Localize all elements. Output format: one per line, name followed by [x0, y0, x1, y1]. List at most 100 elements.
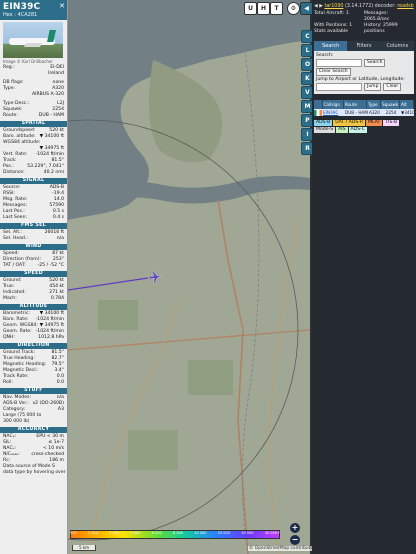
source-badge[interactable]: AIS: [336, 127, 348, 133]
source-legend: ADS-B UAT / ADS-R MLAT TIS-B Mode-S AIS ADS-C: [314, 120, 414, 133]
table-row[interactable]: EIN39C DUB - HAM A320 2254 ▼34100: [314, 109, 414, 116]
row-squawk: 2254: [385, 110, 397, 115]
clear-button[interactable]: Clear: [383, 83, 402, 91]
route-row: Route: DUB - HAM: [0, 113, 67, 119]
section-spatial-title: SPATIAL: [0, 121, 67, 127]
country-value: Ireland: [48, 71, 64, 76]
altitude-tick: 2 000: [109, 531, 120, 535]
tab-search[interactable]: Search: [314, 41, 348, 51]
sidebar-tabs: Search Filters Columns: [314, 41, 414, 51]
search-label: Search:: [316, 53, 334, 58]
section-altitude-title: ALTITUDE: [0, 304, 67, 310]
map-forest-2: [188, 360, 233, 395]
right-sidebar: ◀ ▶ tar1090 (3.14.1772) decoder: readsb …: [312, 0, 416, 554]
altitude-row: QNH: 1012.8 hPa: [0, 335, 67, 341]
section-accuracy-title: ACCURACY: [0, 427, 67, 433]
version-line: ◀ ▶ tar1090 (3.14.1772) decoder: readsb: [312, 0, 416, 11]
wind-value: -25 / -52 °C: [37, 263, 64, 268]
spatial-label: WGS84 altitude:: [3, 140, 41, 145]
source-badge[interactable]: MLAT: [366, 120, 383, 126]
altitude-value: 1012.8 hPa: [38, 335, 64, 340]
direction-value: 0.0: [56, 380, 64, 385]
route-label: Route:: [3, 113, 18, 118]
zoom-in-button[interactable]: +: [290, 523, 300, 533]
flight-hex: Hex : 4CA281: [3, 12, 38, 18]
tar1090-link[interactable]: tar1090: [324, 4, 343, 9]
direction-label: Roll:: [3, 380, 13, 385]
column-type[interactable]: Type: [367, 100, 381, 109]
altitude-tick: 6 000: [151, 531, 162, 535]
column-squawk[interactable]: Squawk: [381, 100, 400, 109]
version-arrows[interactable]: ◀ ▶: [314, 4, 324, 9]
section-speed-title: SPEED: [0, 271, 67, 277]
altitude-tick: 40 000+: [264, 531, 280, 535]
jump-label: Jump to Airport or Latitude, Longitude:: [316, 77, 405, 82]
with-positions-value: 1: [349, 23, 353, 28]
speed-label: Mach:: [3, 296, 17, 301]
info-sections: SPATIAL Groundspeed: 520 kt Baro. altitude:…: [0, 121, 67, 464]
search-button[interactable]: Search: [364, 59, 386, 67]
source-badge[interactable]: TIS-B: [383, 120, 400, 126]
stuff-label: 300 000 lb): [3, 419, 30, 424]
source-badge[interactable]: ADS-B: [314, 120, 333, 126]
search-panel: Search: Search Clear Search Jump to Airp…: [314, 51, 414, 94]
photo-credit: Image © Karl Drillbacher: [3, 59, 53, 64]
tab-columns[interactable]: Columns: [380, 41, 414, 51]
section-stuff-title: STUFF: [0, 388, 67, 394]
row-type: A320: [369, 110, 380, 115]
map-view[interactable]: [68, 0, 310, 554]
map-button-t[interactable]: T: [270, 2, 283, 15]
spatial-label: Distance:: [3, 170, 25, 175]
source-badge[interactable]: UAT / ADS-R: [333, 120, 366, 126]
altitude-tick: 500: [70, 531, 77, 535]
aircraft-photo[interactable]: [3, 22, 63, 58]
footer-note-line2: data type by hovering over: [3, 470, 66, 475]
map-canvas[interactable]: [68, 0, 310, 554]
altitude-tick: 30 000: [241, 531, 254, 535]
jump-button[interactable]: Jump: [364, 83, 382, 91]
zoom-out-button[interactable]: −: [290, 535, 300, 545]
decoder-link[interactable]: readsb: [397, 4, 413, 9]
altitude-tick: 10 000: [194, 531, 207, 535]
altitude-tick: 20 000: [217, 531, 230, 535]
section-wind-title: WIND: [0, 244, 67, 250]
row-route: DUB - HAM: [345, 110, 368, 115]
altitude-legend-ticks: 500 1 000 2 000 4 000 6 000 8 000 10 000 20 000…: [70, 531, 280, 535]
section-direction-title: DIRECTION: [0, 343, 67, 349]
type-label: Type:: [3, 86, 16, 91]
with-positions-label: With Positions:: [314, 23, 348, 28]
route-value: DUB - HAM: [38, 113, 64, 118]
fms-value: n/a: [56, 236, 64, 241]
stats-available-link[interactable]: Stats available: [314, 29, 364, 35]
altitude-tick: 8 000: [172, 531, 184, 535]
flight-callsign: EIN39C: [3, 2, 41, 12]
total-aircraft-label: Total Aircraft:: [314, 11, 345, 16]
total-aircraft-value: 1: [345, 11, 349, 16]
search-input[interactable]: [316, 59, 362, 67]
source-badge[interactable]: ADS-C: [348, 127, 367, 133]
wind-label: TAT / OAT:: [3, 263, 26, 268]
row-callsign[interactable]: EIN39C: [322, 109, 344, 116]
clear-search-button[interactable]: Clear Search: [316, 68, 351, 76]
close-icon[interactable]: ✕: [59, 2, 65, 10]
photo-wing: [23, 43, 43, 47]
fms-row: Sel. Head.: n/a: [0, 236, 67, 242]
signal-row: Last Seen: 0.4 s: [0, 215, 67, 221]
map-button-h[interactable]: H: [257, 2, 270, 15]
map-attribution[interactable]: © OpenStreetMap contributors.: [248, 546, 320, 551]
signal-label: Last Seen:: [3, 215, 28, 220]
map-scale: 5 km: [72, 545, 97, 551]
column-alt[interactable]: Alt: [400, 100, 414, 109]
column-callsign[interactable]: Callsign: [323, 100, 344, 109]
map-button-u[interactable]: U: [244, 2, 257, 15]
source-badge[interactable]: Mode-S: [314, 127, 336, 133]
tab-filters[interactable]: Filters: [347, 41, 381, 51]
jump-input[interactable]: [316, 83, 362, 91]
altitude-tick: 4 000: [130, 531, 141, 535]
altitude-label: QNH:: [3, 335, 16, 340]
stuff-value: A3: [57, 407, 64, 412]
spatial-row: Distance: 40.2 nmi: [0, 170, 67, 176]
map-forest-1: [98, 300, 138, 330]
settings-gear-icon[interactable]: ⚙: [287, 2, 300, 15]
column-route[interactable]: Route: [344, 100, 367, 109]
